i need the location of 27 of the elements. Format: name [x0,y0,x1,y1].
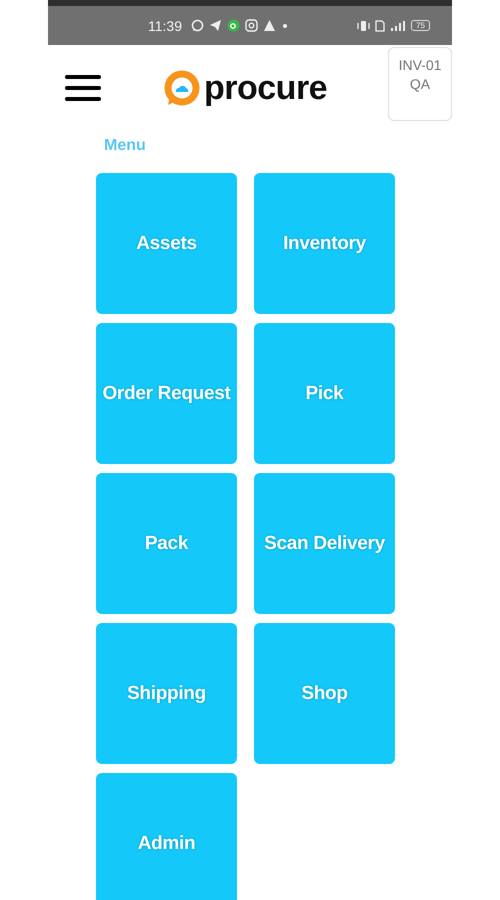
camera-icon [245,19,258,32]
status-time: 11:39 [148,18,182,34]
menu-tile[interactable]: Pack [96,473,237,614]
menu-tile[interactable]: Shipping [96,623,237,764]
logo-text: procure [204,69,328,107]
menu-tile[interactable]: Shop [254,623,395,764]
chat-icon [191,19,204,32]
signal-icon [390,20,406,32]
section-title: Menu [104,137,147,155]
menu-tile[interactable]: Order Request [96,323,237,464]
badge-text: INV-01 [398,56,442,75]
battery-level: 75 [411,20,430,31]
triangle-icon [263,19,276,32]
badge-text: QA [410,75,430,94]
app-icon [227,19,240,32]
menu-tile[interactable]: Pick [254,323,395,464]
vibrate-icon [357,20,370,32]
logo-icon [163,69,201,107]
device-badge[interactable]: INV-01 QA [388,47,452,121]
menu-button[interactable] [65,75,101,101]
menu-tile[interactable]: Inventory [254,173,395,314]
menu-tile[interactable]: Assets [96,173,237,314]
dot-icon [281,22,289,30]
sim-icon [375,20,386,32]
menu-tile[interactable]: Admin [96,773,237,900]
send-icon [209,19,222,32]
menu-tile[interactable]: Scan Delivery [254,473,395,614]
